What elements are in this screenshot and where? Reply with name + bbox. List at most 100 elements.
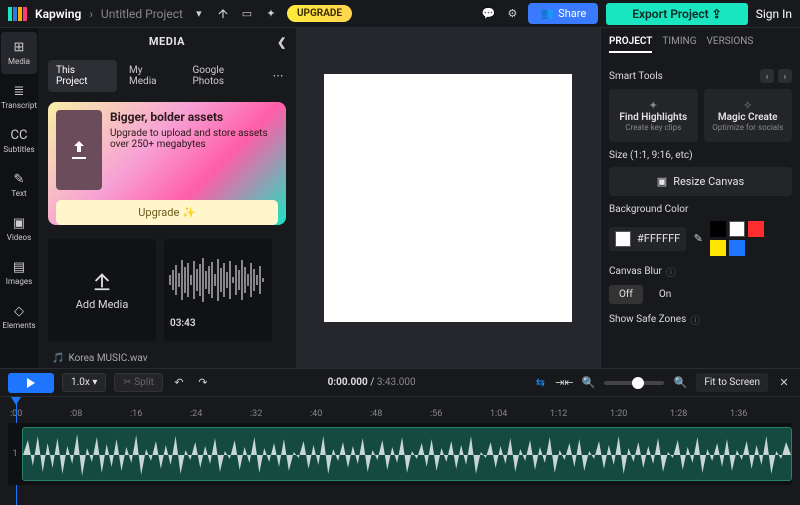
properties-panel: PROJECTTIMINGVERSIONS Smart Tools ‹› ✦Fi… [600,28,800,368]
comment-icon[interactable]: 💬 [480,6,496,22]
gear-icon[interactable]: ⚙ [504,6,520,22]
collapse-icon[interactable]: ❮ [274,34,290,50]
images-icon: ▤ [13,260,25,275]
safe-zones-text: Show Safe Zones [609,314,686,325]
audio-asset-card[interactable]: 03:43 [164,239,272,341]
next-icon[interactable]: › [778,69,792,83]
transcript-icon: ≣ [14,84,25,99]
hex-value: #FFFFFF [637,232,680,245]
rail-label: Images [6,277,32,286]
brand: Kapwing [35,7,81,21]
zoom-out-icon[interactable]: 🔍 [580,375,596,391]
swatch-000000[interactable] [710,221,726,237]
tick: 1:28 [670,409,730,419]
rail-item-transcript[interactable]: ≣ Transcript [1,76,37,118]
right-tab-timing[interactable]: TIMING [662,36,696,53]
right-tab-versions[interactable]: VERSIONS [707,36,754,53]
resize-canvas-button[interactable]: ▣ Resize Canvas [609,167,792,196]
project-name[interactable]: Untitled Project [101,7,183,21]
panel-title: MEDIA [149,35,185,48]
rail-label: Transcript [1,101,37,110]
rail-item-images[interactable]: ▤ Images [1,252,37,294]
tick: 1:04 [490,409,550,419]
info-icon[interactable]: ⓘ [666,264,676,279]
split-button[interactable]: ✂ Split [114,373,163,392]
smart-tools: ✦Find HighlightsCreate key clips✧Magic C… [609,89,792,142]
blur-toggle: Off On [609,285,792,304]
media-icon: ⊞ [14,40,25,55]
smart-tool-find-highlights[interactable]: ✦Find HighlightsCreate key clips [609,89,698,142]
prev-icon[interactable]: ‹ [760,69,774,83]
blur-off[interactable]: Off [609,285,643,304]
tick: :16 [130,409,190,419]
sign-in-link[interactable]: Sign In [756,7,792,21]
chevron-down-icon[interactable]: ▾ [191,6,207,22]
time-total: 3:43.000 [377,377,416,388]
resize-label: Resize Canvas [673,175,744,188]
add-media-card[interactable]: Add Media [48,239,156,341]
close-icon[interactable]: ✕ [776,375,792,391]
upgrade-button[interactable]: Upgrade ✨ [56,200,278,225]
rail-label: Elements [2,321,35,330]
notes-icon[interactable]: ▭ [239,6,255,22]
info-icon[interactable]: ⓘ [690,312,700,327]
blur-on[interactable]: On [649,285,681,304]
tick: :40 [310,409,370,419]
tick: 1:12 [550,409,610,419]
swatch-1e75ff[interactable] [729,240,745,256]
export-button[interactable]: Export Project ⇪ [606,3,748,25]
audio-clip[interactable] [22,427,792,481]
rail-item-text[interactable]: ✎Text [1,164,37,206]
snap-icon[interactable]: ⇆ [532,375,548,391]
track-label: 1 [8,449,22,459]
right-tabs: PROJECT TIMING VERSIONS [609,28,792,61]
rail-item-elements[interactable]: ◇ Elements [1,296,37,338]
rail-item-videos[interactable]: ▣Videos [1,208,37,250]
eyedropper-icon[interactable]: ✎ [690,231,706,247]
undo-icon[interactable]: ↶ [171,375,187,391]
zoom-slider[interactable] [604,381,664,385]
logo [8,7,27,21]
ruler[interactable]: :00:08:16:24:32:40:48:561:041:121:201:28… [0,397,800,419]
bg-color-label: Background Color [609,204,792,215]
media-tabs: This ProjectMy MediaGoogle Photos⋯ [38,56,296,96]
rail-item-subtitles[interactable]: CCSubtitles [1,120,37,162]
rail-item-media[interactable]: ⊞Media [1,32,37,74]
swatch-ffe600[interactable] [710,240,726,256]
right-tab-project[interactable]: PROJECT [609,36,652,53]
redo-icon[interactable]: ↷ [195,375,211,391]
audio-file-icon: 🎵 [52,353,64,364]
promo-image [56,110,102,190]
share-button[interactable]: 👥Share [528,3,598,24]
canvas[interactable] [324,74,572,322]
upgrade-pill[interactable]: UPGRADE [287,5,352,22]
playback-rate[interactable]: 1.0x ▾ [62,373,106,392]
swatch-ffffff[interactable] [729,221,745,237]
play-button[interactable] [8,373,54,393]
media-tab-0[interactable]: This Project [48,60,117,92]
panel-header: MEDIA ❮ [38,28,296,56]
smart-tool-magic-create[interactable]: ✧Magic CreateOptimize for socials [704,89,793,142]
lightbulb-icon[interactable]: ✦ [263,6,279,22]
fit-button[interactable]: Fit to Screen [696,373,768,392]
breadcrumb-sep: › [89,7,93,21]
trim-icon[interactable]: ⇥⇤ [556,375,572,391]
timeline-controls: 1.0x ▾ ✂ Split ↶ ↷ 0:00.000 / 3:43.000 ⇆… [0,369,800,397]
media-tab-2[interactable]: Google Photos [184,60,266,92]
crop-icon: ▣ [657,175,667,188]
tick: :32 [250,409,310,419]
asset-filename-row: 🎵 Korea MUSIC.wav [38,349,296,368]
media-tab-1[interactable]: My Media [121,60,180,92]
swatch-ff2d2d[interactable] [748,221,764,237]
zoom-in-icon[interactable]: 🔍 [672,375,688,391]
track: 1 [8,423,792,485]
more-icon[interactable]: ⋯ [270,68,286,84]
hex-input[interactable]: #FFFFFF [609,227,686,251]
rate-value: 1.0x [71,377,90,388]
timecode: 0:00.000 / 3:43.000 [328,377,416,388]
share-label: Share [558,7,586,20]
top-bar: Kapwing › Untitled Project ▾ ▭ ✦ UPGRADE… [0,0,800,28]
safe-zones-label: Show Safe Zones ⓘ [609,312,792,327]
elements-icon: ◇ [14,304,24,319]
upload-icon[interactable] [215,6,231,22]
